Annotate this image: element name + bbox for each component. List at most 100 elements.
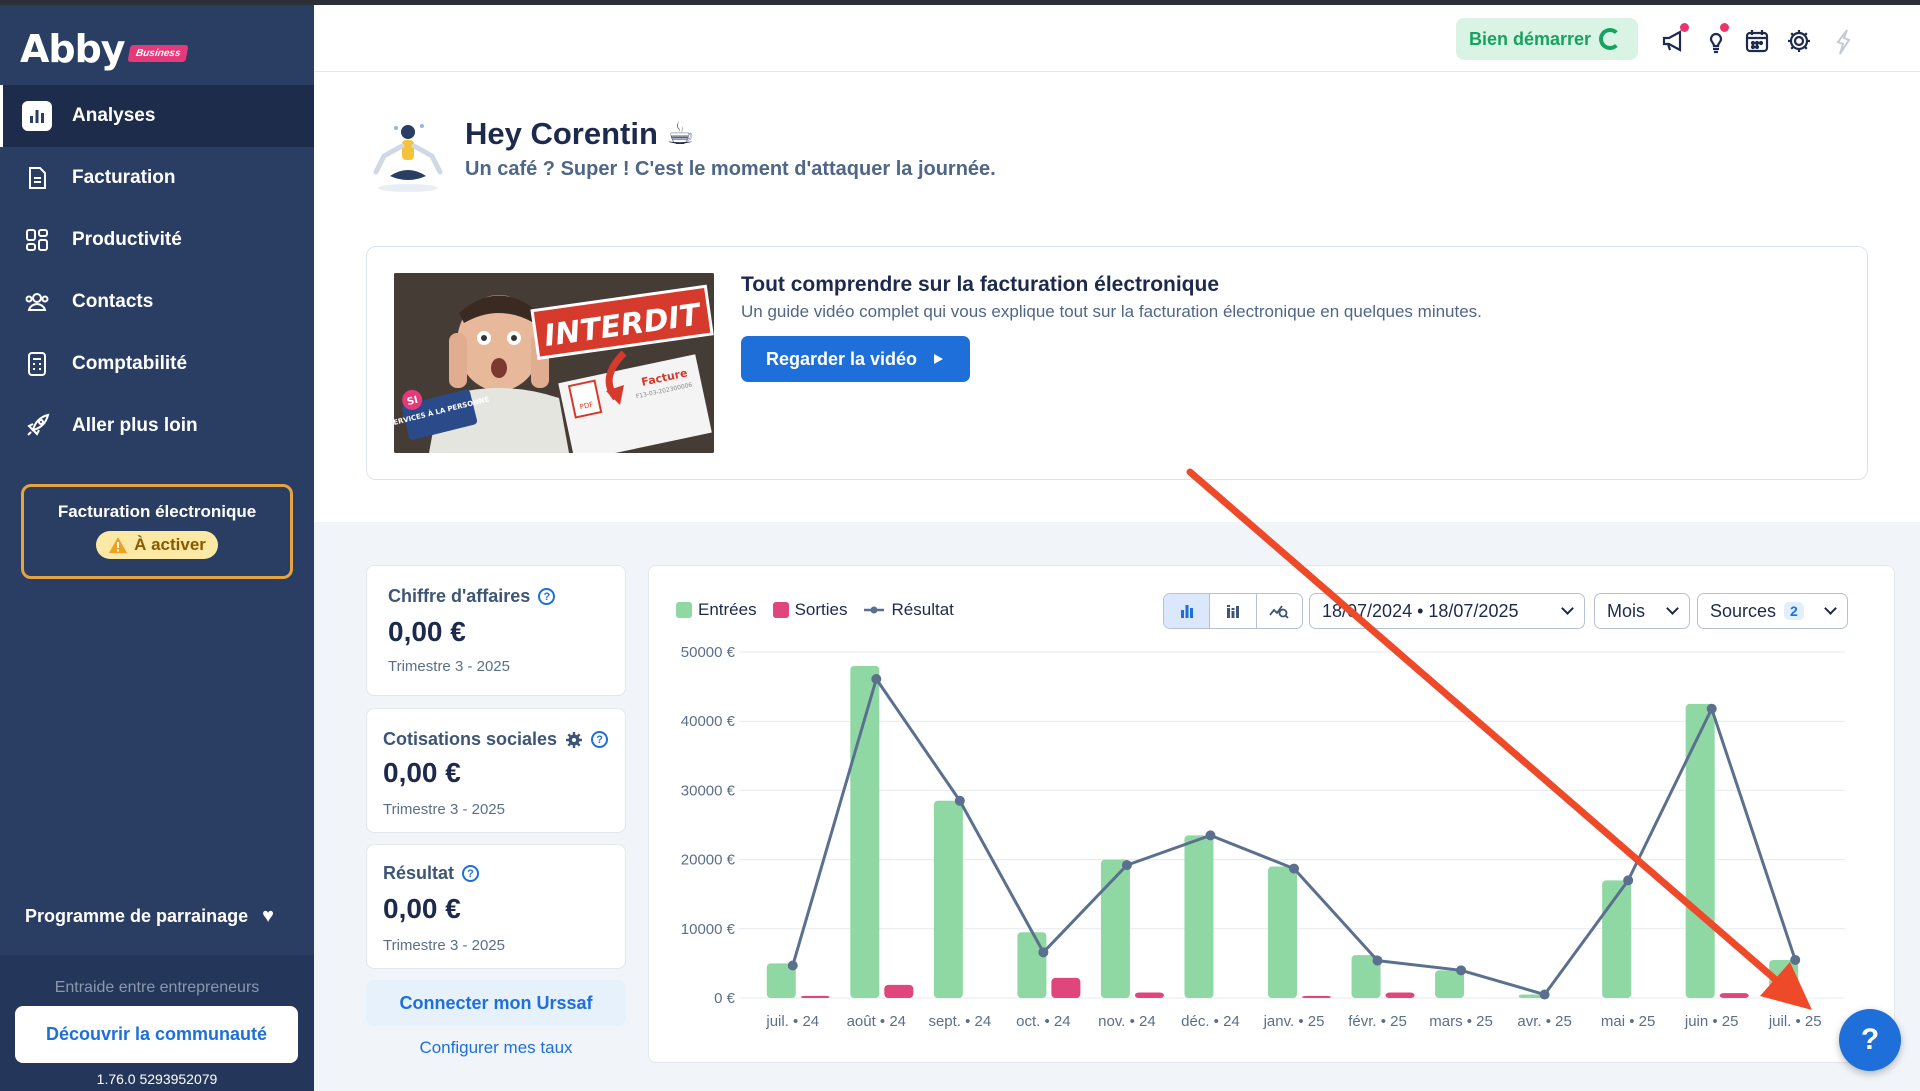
kpi-title: Résultat ? [383, 863, 480, 884]
megaphone-icon[interactable] [1660, 23, 1689, 55]
legend-item-resultat[interactable]: Résultat [863, 600, 954, 620]
bar-entrees [1769, 959, 1799, 998]
chart-type-toggle [1163, 593, 1303, 629]
greeting-subtitle: Un café ? Super ! C'est le moment d'atta… [465, 158, 996, 180]
bar-sorties [1719, 993, 1749, 998]
kpi-title-text: Cotisations sociales [383, 729, 558, 749]
date-range-value: 18/07/2024 • 18/07/2025 [1322, 600, 1519, 621]
help-button[interactable]: ? [1839, 1009, 1901, 1071]
notification-dot [1720, 23, 1729, 32]
help-circle-icon[interactable]: ? [591, 731, 609, 748]
point-resultat [1038, 947, 1049, 958]
x-tick-label: juin • 25 [1684, 1013, 1739, 1030]
legend-item-entrees[interactable]: Entrées [676, 600, 757, 620]
period-select[interactable]: Mois [1594, 593, 1690, 629]
chevron-down-icon [1561, 602, 1574, 615]
calendar-icon[interactable] [1743, 27, 1771, 55]
point-resultat [871, 673, 882, 684]
sidebar: Abby Business Analyses Facturation Produ… [0, 5, 314, 1091]
kpi-title: Cotisations sociales ? [383, 729, 609, 750]
point-resultat [954, 795, 965, 806]
user-avatar-icon[interactable] [1829, 27, 1857, 55]
legend-swatch [772, 602, 789, 618]
nav-item-comptabilite[interactable]: Comptabilité [0, 333, 314, 395]
kpi-card-chiffre-affaires: Chiffre d'affaires ? 0,00 € Trimestre 3 … [366, 565, 626, 696]
nav-item-productivite[interactable]: Productivité [0, 209, 314, 271]
sources-select[interactable]: Sources 2 [1697, 593, 1848, 629]
sources-label: Sources [1710, 600, 1777, 621]
nav-item-contacts[interactable]: Contacts [0, 271, 314, 333]
x-tick-label: avr. • 25 [1517, 1013, 1571, 1030]
app-version: 1.76.0 5293952079 [96, 1071, 218, 1087]
kpi-period: Trimestre 3 - 2025 [388, 658, 510, 675]
kpi-title-text: Chiffre d'affaires [388, 586, 531, 606]
nav-label-aller-plus-loin: Aller plus loin [72, 415, 198, 436]
warning-icon [109, 537, 128, 553]
x-tick-label: mars • 25 [1429, 1013, 1493, 1030]
grid-icon [22, 225, 52, 255]
bar-entrees [1268, 866, 1297, 998]
help-circle-icon[interactable]: ? [462, 865, 480, 882]
nav-label-contacts: Contacts [72, 291, 154, 312]
bar-sorties [1302, 995, 1331, 998]
legend-label: Sorties [794, 600, 848, 619]
main-nav: Analyses Facturation Productivité Contac… [0, 85, 314, 457]
watch-video-button[interactable]: Regarder la vidéo [741, 336, 970, 382]
bar-entrees [1685, 703, 1715, 998]
nav-label-facturation: Facturation [72, 167, 176, 188]
referral-program-link[interactable]: Programme de parrainage ♥ [25, 905, 274, 928]
kpi-period: Trimestre 3 - 2025 [383, 937, 505, 954]
kpi-value: 0,00 € [388, 616, 466, 647]
nav-item-aller-plus-loin[interactable]: Aller plus loin [0, 395, 314, 457]
bar-entrees [933, 800, 963, 998]
help-circle-icon[interactable]: ? [538, 588, 556, 605]
point-resultat [1372, 955, 1383, 966]
legend-item-sorties[interactable]: Sorties [772, 600, 848, 620]
point-resultat [1289, 863, 1299, 874]
app-logo[interactable]: Abby Business [20, 27, 189, 71]
x-tick-label: févr. • 25 [1348, 1013, 1407, 1030]
connect-urssaf-button[interactable]: Connecter mon Urssaf [366, 980, 626, 1026]
discover-community-button[interactable]: Découvrir la communauté [15, 1006, 298, 1063]
video-subtitle: Un guide vidéo complet qui vous explique… [741, 302, 1482, 321]
chart-icon [22, 101, 52, 131]
configure-rates-link[interactable]: Configurer mes taux [366, 1038, 626, 1058]
gear-icon[interactable] [565, 731, 583, 749]
chart-card: 0 € 10000 € 20000 € 30000 € 40000 € 50000 € ju… [648, 565, 1895, 1063]
bar-sorties [800, 995, 830, 998]
y-tick-label: 20000 € [681, 852, 736, 869]
users-icon [22, 287, 52, 317]
greeting-title: Hey Corentin ☕ [465, 116, 695, 151]
lightbulb-icon[interactable] [1702, 23, 1730, 55]
bar-sorties [1134, 992, 1164, 998]
trend-search-icon [1269, 605, 1289, 619]
point-resultat [1706, 703, 1717, 714]
referral-label: Programme de parrainage [25, 906, 249, 926]
x-tick-label: août • 24 [847, 1013, 906, 1030]
nav-item-facturation[interactable]: Facturation [0, 147, 314, 209]
chevron-down-icon [1666, 602, 1679, 615]
efacturation-status: À activer [134, 535, 206, 554]
video-thumbnail[interactable]: INTERDIT PDF Facture F13-03-202300006 SE… [394, 273, 714, 453]
bar-entrees [1184, 835, 1214, 998]
gear-icon[interactable] [1785, 27, 1813, 55]
chart-legend: Entrées Sorties Résultat [676, 600, 970, 620]
efacturation-activate-badge[interactable]: À activer [96, 531, 218, 559]
community-section: Entraide entre entrepreneurs Découvrir l… [0, 955, 314, 1091]
top-bar: Bien démarrer [314, 5, 1920, 72]
getting-started-button[interactable]: Bien démarrer [1456, 18, 1638, 60]
main-header-area: Hey Corentin ☕ Un café ? Super ! C'est l… [314, 72, 1920, 522]
bar-chart-view-button[interactable] [1164, 594, 1211, 628]
video-promo-card: INTERDIT PDF Facture F13-03-202300006 SE… [366, 246, 1868, 480]
nav-item-analyses[interactable]: Analyses [0, 85, 314, 147]
trend-chart-view-button[interactable] [1257, 594, 1302, 628]
date-range-select[interactable]: 18/07/2024 • 18/07/2025 [1309, 593, 1585, 629]
x-tick-label: janv. • 25 [1263, 1013, 1325, 1030]
nav-label-comptabilite: Comptabilité [72, 353, 188, 374]
kpi-title: Chiffre d'affaires ? [388, 586, 556, 607]
efacturation-callout[interactable]: Facturation électronique À activer [21, 484, 293, 579]
stacked-chart-view-button[interactable] [1210, 594, 1257, 628]
kpi-card-resultat: Résultat ? 0,00 € Trimestre 3 - 2025 [366, 844, 626, 969]
efacturation-title: Facturation électronique [57, 502, 257, 521]
bar-sorties [1385, 992, 1415, 998]
